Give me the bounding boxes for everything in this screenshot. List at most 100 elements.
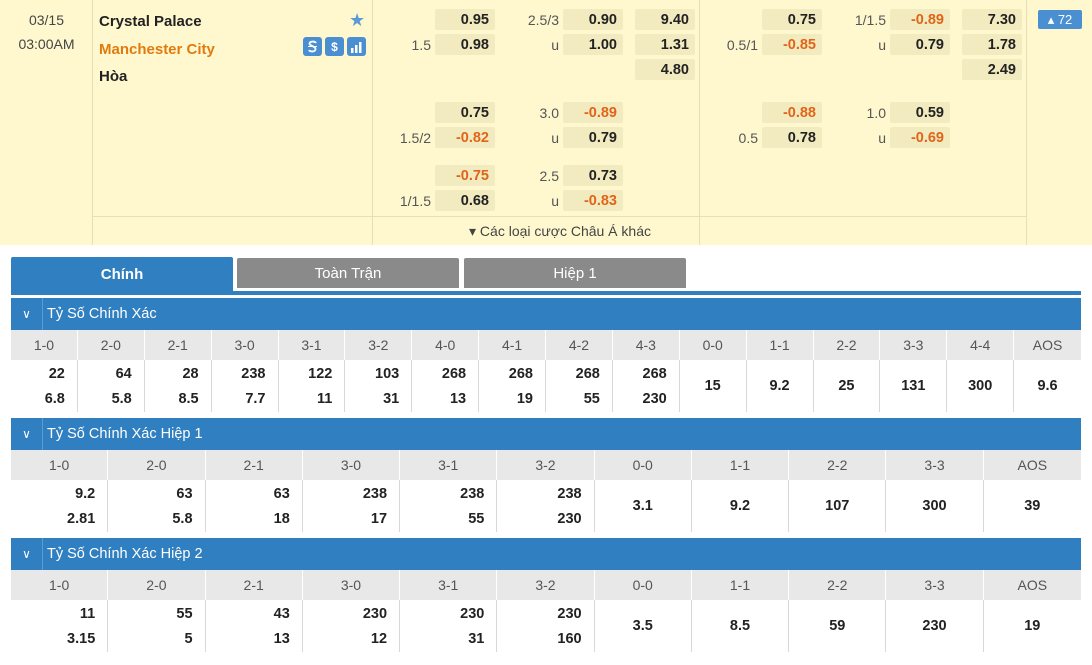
score-odds-cell[interactable]: 64 5.8 xyxy=(78,360,145,412)
away-score-odds[interactable]: 11 xyxy=(317,391,332,407)
draw-score-odds[interactable]: 300 xyxy=(886,498,982,514)
handicap-odds[interactable]: 0.95 xyxy=(435,9,495,30)
home-score-odds[interactable]: 268 xyxy=(643,366,667,382)
chevron-down-icon[interactable]: ∨ xyxy=(11,538,43,570)
draw-score-odds[interactable]: 3.5 xyxy=(595,618,691,634)
draw-score-odds[interactable]: 107 xyxy=(789,498,885,514)
more-bets-count[interactable]: ▴ 72 xyxy=(1038,10,1082,29)
score-odds-cell[interactable]: 25 xyxy=(814,360,881,412)
score-odds-cell[interactable]: 3.1 xyxy=(595,480,692,532)
tab-main[interactable]: Chính xyxy=(11,257,233,291)
draw-score-odds[interactable]: 8.5 xyxy=(692,618,788,634)
score-odds-cell[interactable]: 28 8.5 xyxy=(145,360,212,412)
away-score-odds[interactable]: 31 xyxy=(383,391,399,407)
score-odds-cell[interactable]: 3.5 xyxy=(595,600,692,652)
handicap-odds[interactable]: -0.85 xyxy=(762,34,822,55)
score-odds-cell[interactable]: 238 55 xyxy=(400,480,498,532)
away-score-odds[interactable]: 2.81 xyxy=(67,511,95,527)
tab-first-half[interactable]: Hiệp 1 xyxy=(464,258,686,288)
away-score-odds[interactable]: 5 xyxy=(184,631,192,647)
home-score-odds[interactable]: 268 xyxy=(576,366,600,382)
result-odds[interactable]: 1.31 xyxy=(635,34,695,55)
draw-score-odds[interactable]: 230 xyxy=(886,618,982,634)
score-odds-cell[interactable]: 55 5 xyxy=(108,600,206,652)
score-odds-cell[interactable]: 268 55 xyxy=(546,360,613,412)
away-score-odds[interactable]: 6.8 xyxy=(45,391,65,407)
away-score-odds[interactable]: 7.7 xyxy=(245,391,265,407)
home-score-odds[interactable]: 9.2 xyxy=(75,486,95,502)
odds-dollar-icon[interactable]: $ xyxy=(325,37,344,56)
total-odds[interactable]: -0.89 xyxy=(890,9,950,30)
home-score-odds[interactable]: 238 xyxy=(241,366,265,382)
section-header[interactable]: ∨ Tỷ Số Chính Xác Hiệp 1 xyxy=(11,418,1081,450)
draw-score-odds[interactable]: 19 xyxy=(984,618,1081,634)
result-odds[interactable]: 2.49 xyxy=(962,59,1022,80)
draw-score-odds[interactable]: 39 xyxy=(984,498,1081,514)
home-score-odds[interactable]: 238 xyxy=(460,486,484,502)
score-odds-cell[interactable]: 268 13 xyxy=(412,360,480,412)
home-score-odds[interactable]: 22 xyxy=(49,366,65,382)
home-score-odds[interactable]: 230 xyxy=(363,606,387,622)
score-odds-cell[interactable]: 63 18 xyxy=(206,480,303,532)
chevron-down-icon[interactable]: ∨ xyxy=(11,418,43,450)
draw-score-odds[interactable]: 9.6 xyxy=(1014,378,1081,394)
away-score-odds[interactable]: 5.8 xyxy=(112,391,132,407)
score-odds-cell[interactable]: 107 xyxy=(789,480,887,532)
home-score-odds[interactable]: 11 xyxy=(80,606,95,622)
total-odds[interactable]: 0.79 xyxy=(890,34,950,55)
draw-score-odds[interactable]: 131 xyxy=(880,378,946,394)
home-team[interactable]: Crystal Palace xyxy=(99,13,202,30)
total-odds[interactable]: 0.73 xyxy=(563,165,623,186)
result-odds[interactable]: 9.40 xyxy=(635,9,695,30)
favorite-star-icon[interactable]: ★ xyxy=(349,10,365,31)
draw-score-odds[interactable]: 15 xyxy=(680,378,746,394)
away-score-odds[interactable]: 160 xyxy=(557,631,581,647)
section-header[interactable]: ∨ Tỷ Số Chính Xác xyxy=(11,298,1081,330)
score-odds-cell[interactable]: 230 xyxy=(886,600,984,652)
score-odds-cell[interactable]: 230 12 xyxy=(303,600,401,652)
score-odds-cell[interactable]: 300 xyxy=(947,360,1015,412)
away-score-odds[interactable]: 230 xyxy=(643,391,667,407)
home-score-odds[interactable]: 230 xyxy=(557,606,581,622)
away-score-odds[interactable]: 12 xyxy=(371,631,387,647)
draw-score-odds[interactable]: 300 xyxy=(947,378,1013,394)
away-score-odds[interactable]: 5.8 xyxy=(172,511,192,527)
score-odds-cell[interactable]: 22 6.8 xyxy=(11,360,78,412)
home-score-odds[interactable]: 268 xyxy=(442,366,466,382)
total-odds[interactable]: 0.79 xyxy=(563,127,623,148)
tab-full-match[interactable]: Toàn Trận xyxy=(237,258,459,288)
home-score-odds[interactable]: 230 xyxy=(460,606,484,622)
score-odds-cell[interactable]: 122 11 xyxy=(279,360,346,412)
handicap-odds[interactable]: -0.82 xyxy=(435,127,495,148)
score-odds-cell[interactable]: 238 7.7 xyxy=(212,360,279,412)
score-odds-cell[interactable]: 230 160 xyxy=(497,600,595,652)
result-odds[interactable]: 1.78 xyxy=(962,34,1022,55)
score-odds-cell[interactable]: 268 230 xyxy=(613,360,680,412)
away-score-odds[interactable]: 55 xyxy=(584,391,600,407)
result-odds[interactable]: 7.30 xyxy=(962,9,1022,30)
score-odds-cell[interactable]: 19 xyxy=(984,600,1081,652)
score-odds-cell[interactable]: 103 31 xyxy=(345,360,413,412)
away-score-odds[interactable]: 18 xyxy=(274,511,290,527)
bar-chart-icon[interactable] xyxy=(347,37,366,56)
score-odds-cell[interactable]: 11 3.15 xyxy=(11,600,109,652)
draw-score-odds[interactable]: 9.2 xyxy=(747,378,813,394)
away-score-odds[interactable]: 19 xyxy=(517,391,533,407)
home-score-odds[interactable]: 63 xyxy=(274,486,290,502)
handicap-odds[interactable]: 0.78 xyxy=(762,127,822,148)
total-odds[interactable]: -0.89 xyxy=(563,102,623,123)
result-odds[interactable]: 4.80 xyxy=(635,59,695,80)
score-odds-cell[interactable]: 8.5 xyxy=(692,600,790,652)
home-score-odds[interactable]: 238 xyxy=(557,486,581,502)
draw-score-odds[interactable]: 25 xyxy=(814,378,880,394)
draw-score-odds[interactable]: 3.1 xyxy=(595,498,691,514)
away-score-odds[interactable]: 17 xyxy=(371,511,387,527)
away-score-odds[interactable]: 55 xyxy=(468,511,484,527)
home-score-odds[interactable]: 238 xyxy=(363,486,387,502)
score-odds-cell[interactable]: 39 xyxy=(984,480,1081,532)
section-header[interactable]: ∨ Tỷ Số Chính Xác Hiệp 2 xyxy=(11,538,1081,570)
home-score-odds[interactable]: 268 xyxy=(509,366,533,382)
score-odds-cell[interactable]: 300 xyxy=(886,480,984,532)
away-score-odds[interactable]: 8.5 xyxy=(178,391,198,407)
home-score-odds[interactable]: 43 xyxy=(274,606,290,622)
